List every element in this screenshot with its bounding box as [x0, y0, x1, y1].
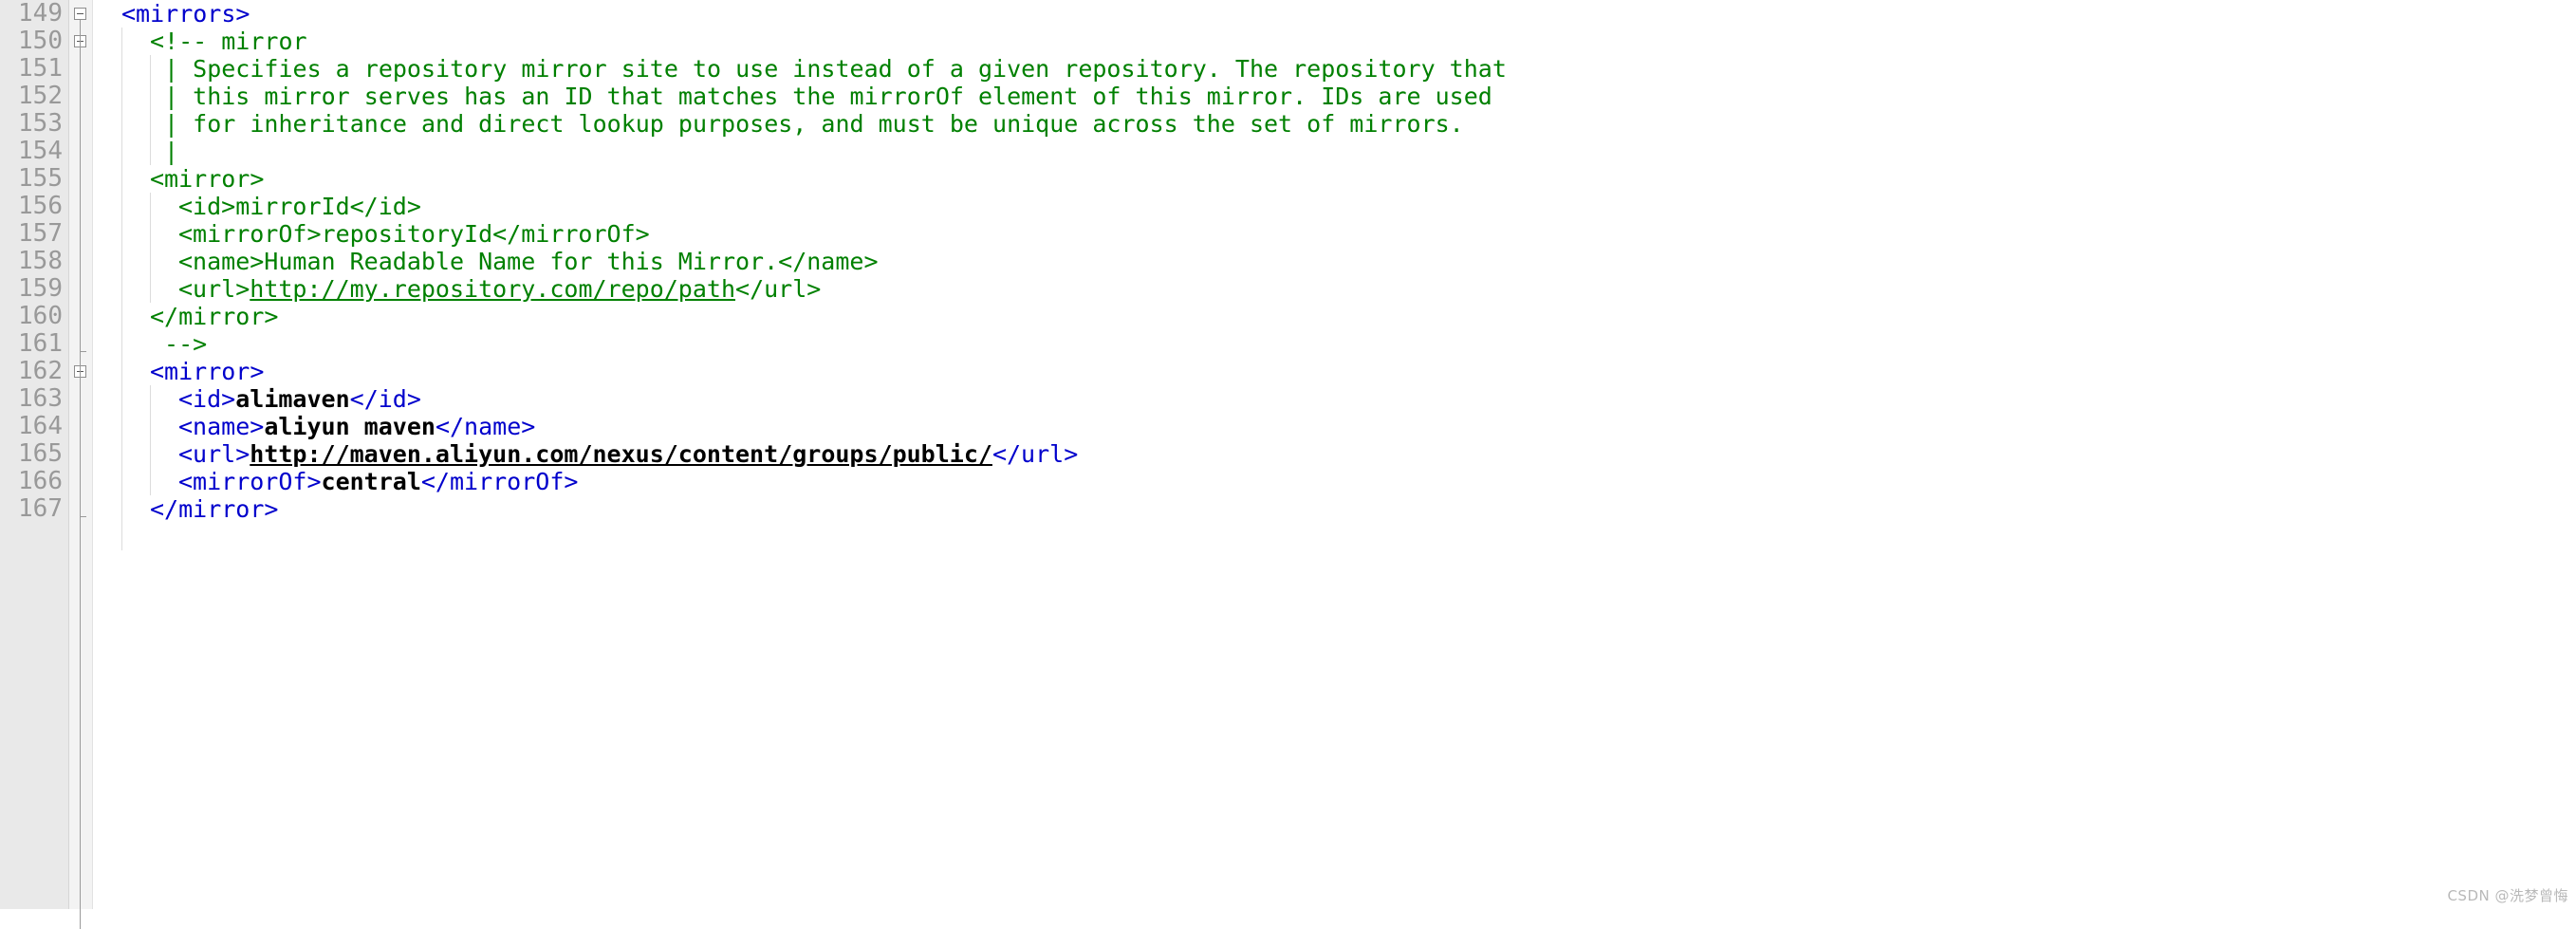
xml-comment: --> [150, 330, 208, 358]
csdn-watermark: CSDN @洗梦曾悔 [2447, 887, 2568, 904]
code-line[interactable]: <url>http://maven.aliyun.com/nexus/conte… [95, 440, 2576, 468]
line-number: 164 [18, 412, 63, 440]
xml-comment: <mirror> [150, 165, 265, 193]
line-number: 152 [18, 82, 63, 110]
xml-tag: </name> [435, 413, 536, 440]
xml-tag: </url> [991, 440, 1079, 468]
code-line[interactable]: | for inheritance and direct lookup purp… [95, 110, 2576, 138]
xml-comment: <name>Human Readable Name for this Mirro… [178, 248, 879, 275]
xml-tag: <id> [178, 385, 236, 413]
fold-region-end [80, 351, 86, 352]
code-line[interactable]: <url>http://my.repository.com/repo/path<… [95, 275, 2576, 303]
xml-comment: | [150, 138, 179, 165]
xml-comment: | Specifies a repository mirror site to … [150, 55, 1507, 83]
xml-value: alimaven [235, 385, 350, 413]
line-number: 162 [18, 357, 63, 385]
line-number: 156 [18, 192, 63, 220]
xml-tag: <url> [178, 440, 250, 468]
code-line[interactable]: <mirrors> [95, 0, 2576, 28]
code-line[interactable]: | [95, 138, 2576, 165]
fold-strip-divider [92, 0, 93, 909]
line-number: 167 [18, 494, 63, 523]
xml-value: central [321, 468, 421, 495]
xml-comment: <mirrorOf>repositoryId</mirrorOf> [178, 220, 650, 248]
line-number: 166 [18, 467, 63, 495]
code-line[interactable]: <mirror> [95, 358, 2576, 385]
xml-comment: | for inheritance and direct lookup purp… [150, 110, 1464, 138]
xml-comment: </url> [735, 275, 822, 303]
code-editor[interactable]: 149 150 151 152 153 154 155 156 157 158 159 160 161 1… [0, 0, 2576, 929]
xml-tag: </mirrorOf> [420, 468, 579, 495]
fold-region-line [80, 20, 81, 929]
line-number: 160 [18, 302, 63, 330]
code-line[interactable]: <!-- mirror [95, 28, 2576, 55]
line-number: 149 [18, 0, 63, 28]
xml-tag: </id> [349, 385, 421, 413]
fold-region-end [80, 516, 86, 517]
code-line[interactable]: | Specifies a repository mirror site to … [95, 55, 2576, 83]
code-line[interactable]: <mirrorOf>central</mirrorOf> [95, 468, 2576, 495]
line-number: 155 [18, 164, 63, 193]
code-line[interactable]: <mirrorOf>repositoryId</mirrorOf> [95, 220, 2576, 248]
xml-tag: </mirror> [150, 495, 279, 523]
code-line[interactable]: <id>alimaven</id> [95, 385, 2576, 413]
code-line[interactable]: <id>mirrorId</id> [95, 193, 2576, 220]
line-number: 158 [18, 247, 63, 275]
code-line[interactable]: | this mirror serves has an ID that matc… [95, 83, 2576, 110]
code-line[interactable]: <name>aliyun maven</name> [95, 413, 2576, 440]
code-line[interactable]: <mirror> [95, 165, 2576, 193]
xml-comment: <id>mirrorId</id> [178, 193, 421, 220]
url-link[interactable]: http://my.repository.com/repo/path [250, 275, 735, 303]
xml-tag: <mirrorOf> [178, 468, 322, 495]
code-line[interactable]: </mirror> [95, 495, 2576, 523]
line-number: 165 [18, 439, 63, 468]
url-link[interactable]: http://maven.aliyun.com/nexus/content/gr… [250, 440, 992, 468]
line-number: 151 [18, 54, 63, 83]
xml-comment: </mirror> [150, 303, 279, 330]
xml-tag: <mirrors> [121, 0, 250, 28]
fold-collapse-icon[interactable] [74, 8, 86, 20]
line-number: 154 [18, 137, 63, 165]
line-number: 163 [18, 384, 63, 413]
xml-comment: <url> [178, 275, 250, 303]
line-number: 161 [18, 329, 63, 358]
line-number: 159 [18, 274, 63, 303]
code-line[interactable]: <name>Human Readable Name for this Mirro… [95, 248, 2576, 275]
xml-comment: | this mirror serves has an ID that matc… [150, 83, 1492, 110]
code-folding-strip[interactable] [69, 0, 92, 909]
xml-tag: <name> [178, 413, 265, 440]
code-line[interactable]: </mirror> [95, 303, 2576, 330]
xml-tag: <mirror> [150, 358, 265, 385]
xml-comment: <!-- mirror [150, 28, 307, 55]
line-number: 153 [18, 109, 63, 138]
code-content-area[interactable]: <mirrors> <!-- mirror | Specifies a repos… [95, 0, 2576, 909]
line-number: 157 [18, 219, 63, 248]
xml-value: aliyun maven [264, 413, 436, 440]
line-number: 150 [18, 27, 63, 55]
code-line[interactable]: --> [95, 330, 2576, 358]
